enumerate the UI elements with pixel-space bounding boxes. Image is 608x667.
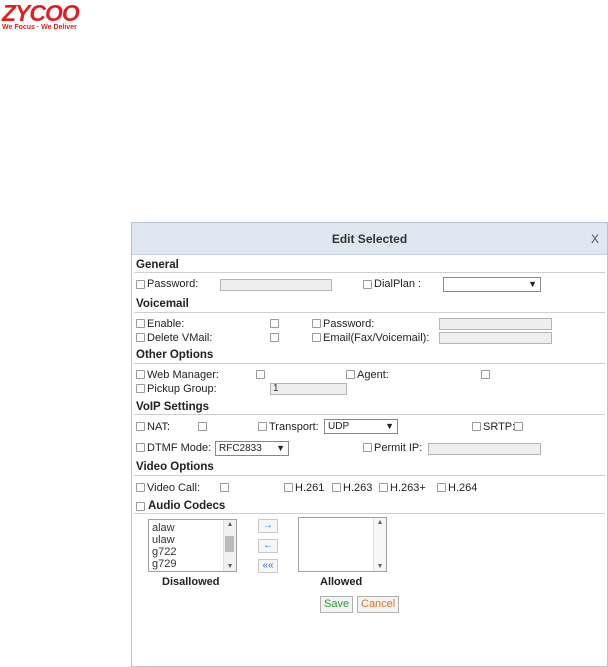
edit-selected-dialog: Edit Selected X General Password: DialPl… xyxy=(131,222,608,667)
logo-tagline: We Focus · We Deliver xyxy=(2,24,77,31)
vm-password-label: Password: xyxy=(323,318,375,330)
list-item[interactable]: alaw xyxy=(152,522,175,534)
disallowed-caption: Disallowed xyxy=(162,576,220,588)
nat-label: NAT: xyxy=(147,421,171,433)
chevron-down-icon: ▼ xyxy=(385,421,394,431)
scrollbar[interactable]: ▲ ▼ xyxy=(373,518,386,571)
section-audio-codecs: Audio Codecs xyxy=(148,500,226,512)
audio-codecs-checkbox[interactable] xyxy=(136,502,145,511)
srtp-checkbox[interactable] xyxy=(472,422,481,431)
pickup-group-checkbox[interactable] xyxy=(136,384,145,393)
dialplan-label: DialPlan : xyxy=(374,278,422,290)
close-icon[interactable]: X xyxy=(591,232,599,246)
enable-label: Enable: xyxy=(147,318,185,330)
scroll-down-icon[interactable]: ▼ xyxy=(374,563,386,570)
nat-checkbox[interactable] xyxy=(136,422,145,431)
scrollbar[interactable]: ▲ ▼ xyxy=(223,520,236,571)
dtmf-checkbox[interactable] xyxy=(136,443,145,452)
password-checkbox[interactable] xyxy=(136,280,145,289)
pickup-group-label: Pickup Group: xyxy=(147,383,217,395)
disallowed-codecs-list[interactable]: alaw ulaw g722 g729 ▲ ▼ xyxy=(148,519,237,572)
h263plus-label: H.263+ xyxy=(390,482,426,494)
delete-vmail-checkbox[interactable] xyxy=(136,333,145,342)
video-call-toggle[interactable] xyxy=(220,483,229,492)
agent-checkbox[interactable] xyxy=(346,370,355,379)
scroll-up-icon[interactable]: ▲ xyxy=(374,519,386,526)
divider xyxy=(134,312,605,313)
web-manager-checkbox[interactable] xyxy=(136,370,145,379)
dialog-title: Edit Selected xyxy=(331,232,408,246)
move-right-button[interactable]: → xyxy=(258,519,278,533)
divider xyxy=(134,513,605,514)
h261-checkbox[interactable] xyxy=(284,483,293,492)
list-item[interactable]: ulaw xyxy=(152,534,175,546)
agent-label: Agent: xyxy=(357,369,389,381)
email-label: Email(Fax/Voicemail): xyxy=(323,332,430,344)
save-button[interactable]: Save xyxy=(320,596,354,613)
transport-checkbox[interactable] xyxy=(258,422,267,431)
divider xyxy=(134,475,605,476)
h263plus-checkbox[interactable] xyxy=(379,483,388,492)
srtp-toggle[interactable] xyxy=(514,422,523,431)
chevron-down-icon: ▼ xyxy=(276,443,285,453)
transport-select[interactable]: UDP ▼ xyxy=(324,419,398,434)
section-general: General xyxy=(136,259,179,271)
password-input[interactable] xyxy=(220,279,332,291)
web-manager-label: Web Manager: xyxy=(147,369,219,381)
nat-toggle[interactable] xyxy=(198,422,207,431)
permit-ip-label: Permit IP: xyxy=(374,442,423,454)
allowed-codecs-list[interactable]: ▲ ▼ xyxy=(298,517,387,572)
zycoo-logo: ZYCOO We Focus · We Deliver xyxy=(0,0,90,34)
h261-label: H.261 xyxy=(295,482,325,494)
cancel-button[interactable]: Cancel xyxy=(357,596,400,613)
agent-toggle[interactable] xyxy=(481,370,490,379)
video-call-checkbox[interactable] xyxy=(136,483,145,492)
move-left-button[interactable]: ← xyxy=(258,539,278,553)
section-other-options: Other Options xyxy=(136,349,214,361)
section-video-options: Video Options xyxy=(136,461,214,473)
dialplan-select[interactable]: ▼ xyxy=(443,277,541,292)
chevron-down-icon: ▼ xyxy=(528,279,537,289)
transport-label: Transport: xyxy=(269,421,319,433)
section-voicemail: Voicemail xyxy=(136,298,189,310)
dialog-titlebar: Edit Selected X xyxy=(132,223,607,255)
h264-label: H.264 xyxy=(448,482,478,494)
section-voip-settings: VoIP Settings xyxy=(136,401,210,413)
dialplan-checkbox[interactable] xyxy=(363,280,372,289)
pickup-group-input[interactable]: 1 xyxy=(270,383,347,395)
divider xyxy=(134,414,605,415)
logo-wordmark: ZYCOO xyxy=(2,0,80,26)
email-input[interactable] xyxy=(439,332,552,344)
delete-vmail-toggle[interactable] xyxy=(270,333,279,342)
divider xyxy=(134,272,605,273)
list-item[interactable]: g729 xyxy=(152,558,176,570)
transport-value: UDP xyxy=(328,421,350,432)
h264-checkbox[interactable] xyxy=(437,483,446,492)
password-label: Password: xyxy=(147,278,199,290)
h263-checkbox[interactable] xyxy=(332,483,341,492)
vm-password-checkbox[interactable] xyxy=(312,319,321,328)
vm-password-input[interactable] xyxy=(439,318,552,330)
divider xyxy=(134,363,605,364)
move-all-left-button[interactable]: «« xyxy=(258,559,278,573)
dtmf-label: DTMF Mode: xyxy=(147,442,212,454)
dtmf-value: RFC2833 xyxy=(219,443,262,454)
scroll-down-icon[interactable]: ▼ xyxy=(224,563,236,570)
enable-toggle[interactable] xyxy=(270,319,279,328)
delete-vmail-label: Delete VMail: xyxy=(147,332,213,344)
permit-ip-input[interactable] xyxy=(428,443,541,455)
enable-vm-checkbox[interactable] xyxy=(136,319,145,328)
permit-ip-checkbox[interactable] xyxy=(363,443,372,452)
list-item[interactable]: g722 xyxy=(152,546,176,558)
scroll-thumb[interactable] xyxy=(225,536,234,552)
web-manager-toggle[interactable] xyxy=(256,370,265,379)
srtp-label: SRTP: xyxy=(483,421,516,433)
video-call-label: Video Call: xyxy=(147,482,200,494)
email-checkbox[interactable] xyxy=(312,333,321,342)
allowed-caption: Allowed xyxy=(320,576,363,588)
h263-label: H.263 xyxy=(343,482,373,494)
dtmf-select[interactable]: RFC2833 ▼ xyxy=(215,441,289,456)
scroll-up-icon[interactable]: ▲ xyxy=(224,521,236,528)
